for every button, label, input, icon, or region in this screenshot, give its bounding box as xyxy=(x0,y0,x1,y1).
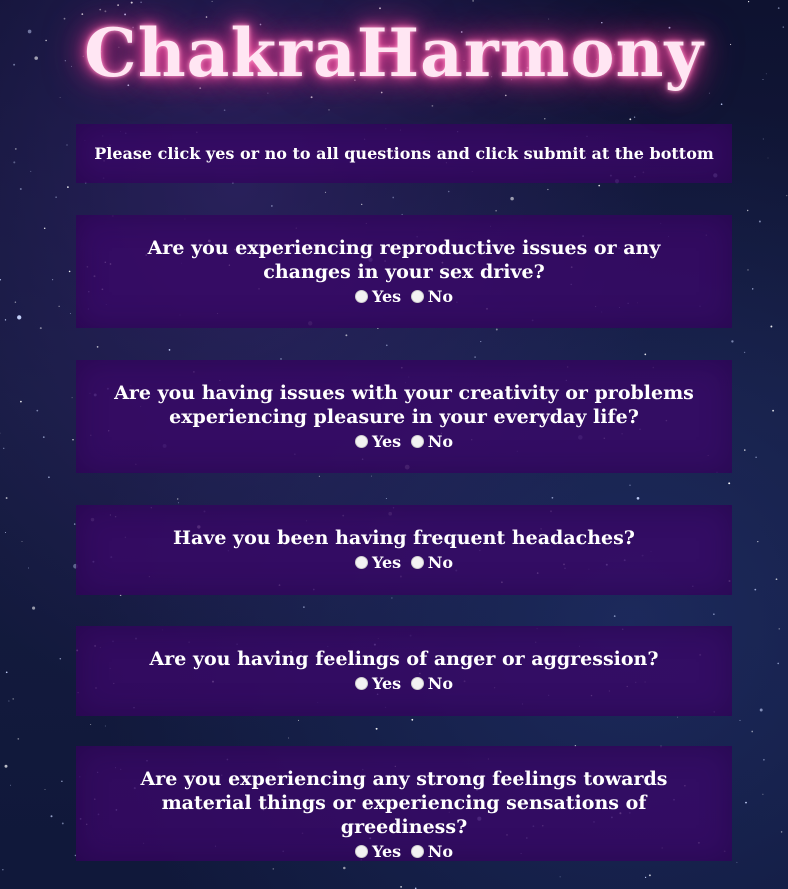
question-text: Are you experiencing any strong feelings… xyxy=(140,768,668,838)
yes-option[interactable]: Yes xyxy=(354,287,402,307)
instructions-panel: Please click yes or no to all questions … xyxy=(76,124,732,183)
yes-option[interactable]: Yes xyxy=(354,842,402,862)
answer-options: Yes No xyxy=(76,553,732,573)
yes-radio-button[interactable] xyxy=(354,556,368,569)
no-option[interactable]: No xyxy=(410,432,454,452)
question-card-4: Are you having feelings of anger or aggr… xyxy=(76,626,732,716)
no-label: No xyxy=(427,674,454,693)
no-radio-button[interactable] xyxy=(410,556,424,569)
answer-options: Yes No xyxy=(76,674,732,694)
question-card-1: Are you experiencing reproductive issues… xyxy=(76,215,732,328)
yes-option[interactable]: Yes xyxy=(354,674,402,694)
app-title: ChakraHarmony xyxy=(84,14,704,92)
question-text: Are you experiencing reproductive issues… xyxy=(147,237,661,283)
yes-radio-button[interactable] xyxy=(354,435,368,448)
question-card-5: Are you experiencing any strong feelings… xyxy=(76,746,732,861)
question-text: Are you having issues with your creativi… xyxy=(114,382,694,428)
question-text: Have you been having frequent headaches? xyxy=(173,527,635,549)
answer-options: Yes No xyxy=(76,842,732,862)
yes-option[interactable]: Yes xyxy=(354,553,402,573)
yes-radio-button[interactable] xyxy=(354,677,368,690)
yes-option[interactable]: Yes xyxy=(354,432,402,452)
no-option[interactable]: No xyxy=(410,553,454,573)
yes-label: Yes xyxy=(371,553,402,572)
yes-label: Yes xyxy=(371,674,402,693)
no-radio-button[interactable] xyxy=(410,435,424,448)
yes-label: Yes xyxy=(371,842,402,861)
no-label: No xyxy=(427,287,454,306)
question-text: Are you having feelings of anger or aggr… xyxy=(149,648,659,670)
no-label: No xyxy=(427,432,454,451)
yes-label: Yes xyxy=(371,432,402,451)
yes-label: Yes xyxy=(371,287,402,306)
yes-radio-button[interactable] xyxy=(354,290,368,303)
no-radio-button[interactable] xyxy=(410,845,424,858)
no-option[interactable]: No xyxy=(410,287,454,307)
question-card-2: Are you having issues with your creativi… xyxy=(76,360,732,473)
no-option[interactable]: No xyxy=(410,842,454,862)
no-radio-button[interactable] xyxy=(410,677,424,690)
instructions-text: Please click yes or no to all questions … xyxy=(94,144,714,163)
yes-radio-button[interactable] xyxy=(354,845,368,858)
no-radio-button[interactable] xyxy=(410,290,424,303)
no-label: No xyxy=(427,842,454,861)
no-option[interactable]: No xyxy=(410,674,454,694)
no-label: No xyxy=(427,553,454,572)
answer-options: Yes No xyxy=(76,287,732,307)
answer-options: Yes No xyxy=(76,432,732,452)
question-card-3: Have you been having frequent headaches?… xyxy=(76,505,732,595)
